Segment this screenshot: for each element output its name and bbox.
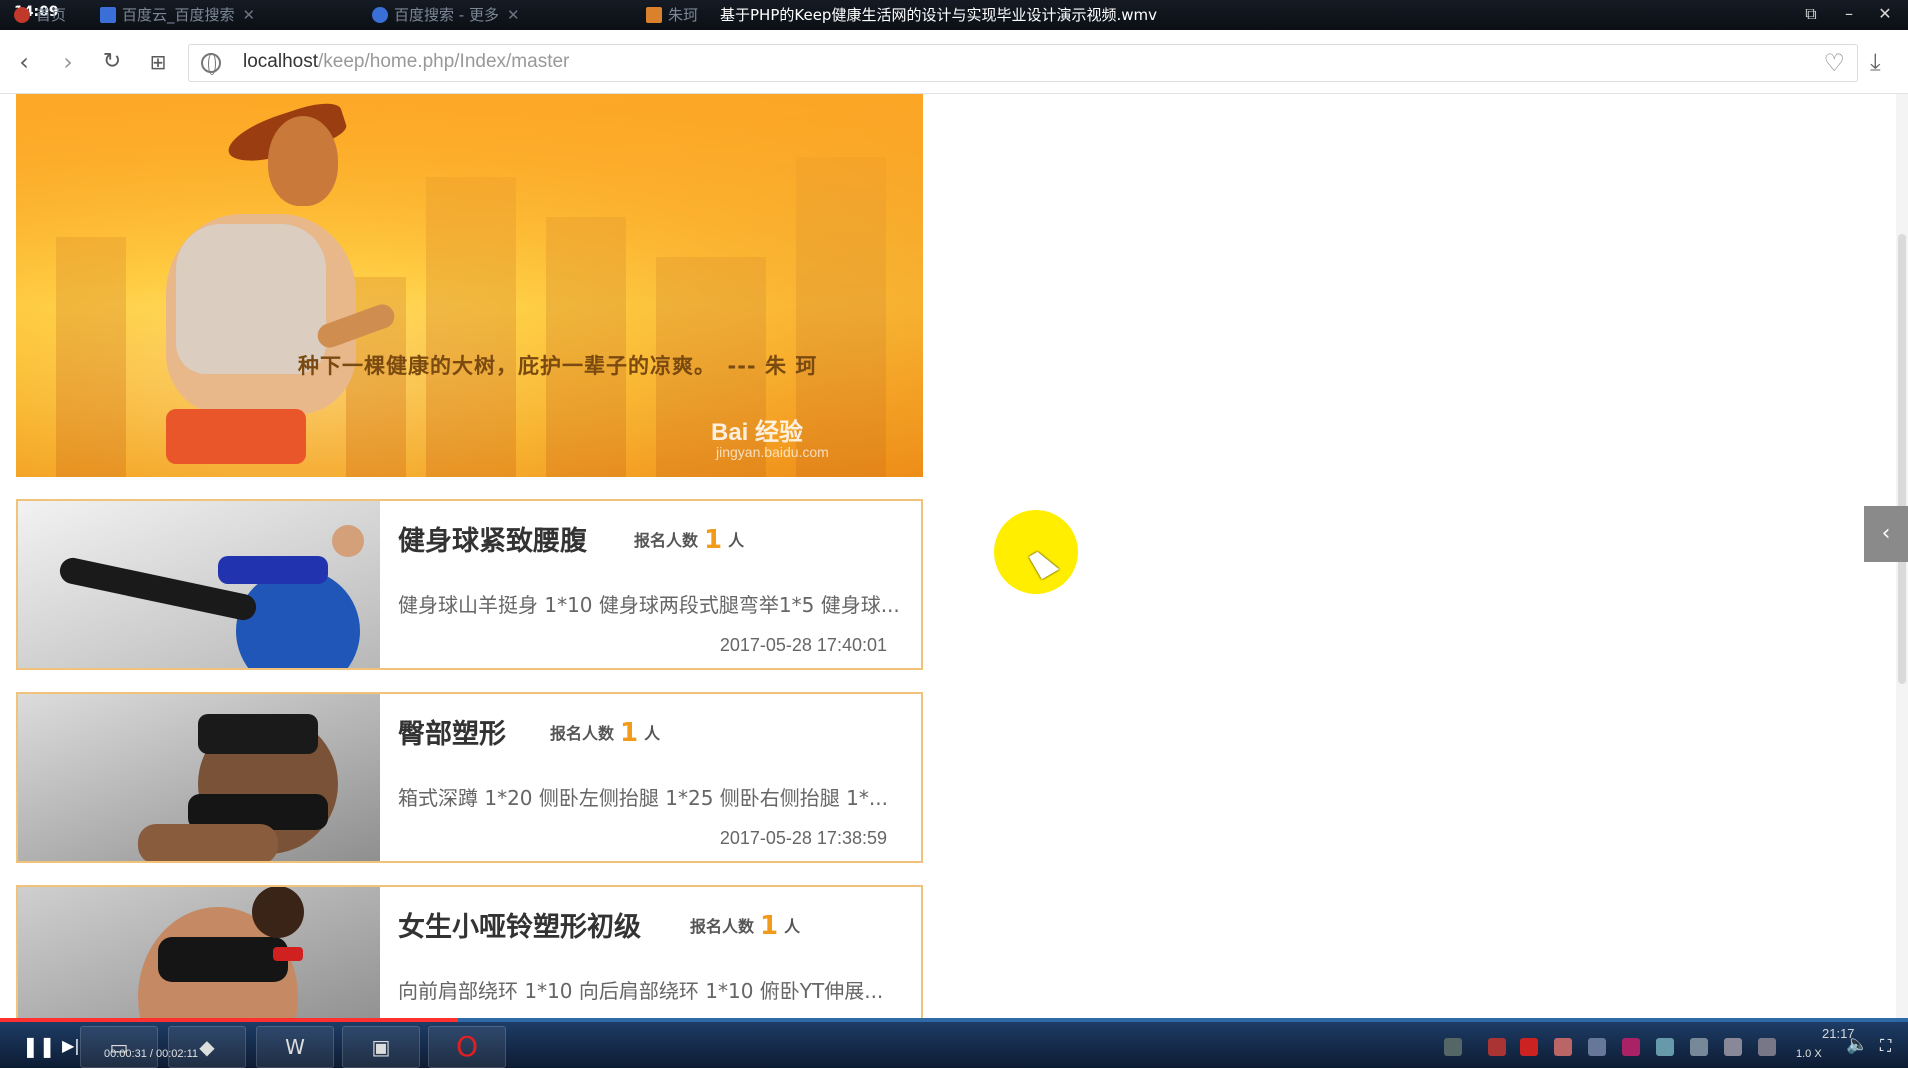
- speed-dial-icon[interactable]: ⊞: [142, 46, 174, 78]
- tray-icon[interactable]: [1690, 1038, 1708, 1056]
- taskbar-app[interactable]: ◆: [168, 1026, 246, 1068]
- address-bar[interactable]: localhost/keep/home.php/Index/master ♡: [188, 44, 1858, 82]
- word-icon: W: [285, 1035, 305, 1059]
- seek-bar[interactable]: [0, 1018, 1908, 1022]
- runner-head: [268, 116, 338, 206]
- taskbar-opera[interactable]: O: [428, 1026, 506, 1068]
- course-thumbnail[interactable]: [18, 501, 380, 668]
- course-card[interactable]: 女生小哑铃塑形初级 报名人数 1 人 向前肩部绕环 1*10 向后肩部绕环 1*10…: [16, 885, 923, 1018]
- hair: [252, 887, 304, 938]
- course-description: 健身球山羊挺身 1*10 健身球两段式腿弯举1*5 健身球...: [398, 593, 900, 617]
- course-date: 2017-05-28 17:40:01: [719, 635, 887, 655]
- close-window-icon[interactable]: ✕: [1874, 3, 1896, 25]
- course-date: 2017-05-28 17:38:59: [719, 828, 887, 848]
- video-title: 基于PHP的Keep健康生活网的设计与实现毕业设计演示视频.wmv: [720, 6, 1157, 24]
- back-icon[interactable]: ‹: [8, 46, 40, 78]
- url-text[interactable]: localhost/keep/home.php/Index/master: [243, 51, 569, 73]
- course-title[interactable]: 健身球紧致腰腹: [398, 519, 587, 558]
- sports-bra: [158, 937, 288, 982]
- taskbar-app[interactable]: ▣: [342, 1026, 420, 1068]
- page-icon: [646, 7, 662, 23]
- volume-icon[interactable]: [1724, 1038, 1742, 1056]
- tab-home[interactable]: 首页: [14, 0, 84, 30]
- tab-baidu-more[interactable]: 百度搜索 - 更多 ✕: [372, 0, 622, 30]
- baidu-paw-icon: [372, 7, 388, 23]
- opera-icon: O: [455, 1030, 479, 1063]
- tab-baidu-cloud[interactable]: 百度云_百度搜索 ✕: [100, 0, 360, 30]
- globe-icon: [201, 53, 221, 75]
- leg: [138, 824, 278, 861]
- app-icon: ◆: [199, 1035, 215, 1059]
- player-title-bar: 14:09 首页 百度云_百度搜索 ✕ 百度搜索 - 更多 ✕ 朱珂 基于PHP的K…: [0, 0, 1908, 30]
- signal-icon[interactable]: [1758, 1038, 1776, 1056]
- opera-icon: [14, 7, 30, 23]
- sports-top: [198, 714, 318, 754]
- tray-icon[interactable]: [1622, 1038, 1640, 1056]
- head: [332, 525, 364, 557]
- close-icon[interactable]: ✕: [507, 6, 520, 24]
- course-description: 向前肩部绕环 1*10 向后肩部绕环 1*10 俯卧YT伸展...: [398, 979, 884, 1003]
- speaker-icon[interactable]: 🔈: [1846, 1034, 1868, 1055]
- baidu-icon: [100, 7, 116, 23]
- glute-workout-photo: [138, 714, 338, 861]
- scrollbar-thumb[interactable]: [1898, 234, 1906, 684]
- tray-icon[interactable]: [1554, 1038, 1572, 1056]
- taskbar-explorer[interactable]: ▭: [80, 1026, 158, 1068]
- seek-bar-fill: [0, 1018, 458, 1022]
- signup-count: 报名人数 1 人: [634, 525, 745, 555]
- fullscreen-icon[interactable]: ⛶: [1880, 1036, 1891, 1056]
- dumbbell: [273, 947, 303, 961]
- folder-icon: ▭: [109, 1035, 129, 1059]
- taskbar-word[interactable]: W: [256, 1026, 334, 1068]
- baidu-watermark-url: jingyan.baidu.com: [716, 444, 829, 460]
- heart-icon[interactable]: ♡: [1823, 49, 1845, 77]
- tray-icon[interactable]: [1520, 1038, 1538, 1056]
- browser-toolbar: ‹ › ↻ ⊞ localhost/keep/home.php/Index/ma…: [0, 30, 1908, 94]
- app-icon: ▣: [371, 1035, 391, 1059]
- chevron-left-icon: ‹: [1881, 521, 1891, 546]
- side-panel-toggle[interactable]: ‹: [1864, 506, 1908, 562]
- sports-top: [218, 556, 328, 584]
- course-thumbnail[interactable]: [18, 887, 380, 1018]
- tray-icon[interactable]: [1444, 1038, 1462, 1056]
- dumbbell-workout-photo: [138, 887, 304, 1018]
- playback-speed[interactable]: 1.0 X: [1796, 1048, 1822, 1060]
- player-controls: ❚❚ ▶| 00:00:31 / 00:02:11 ▭ ◆ W ▣ O 21:1…: [0, 1018, 1908, 1068]
- fitness-ball-photo: [59, 525, 364, 668]
- course-description: 箱式深蹲 1*20 侧卧左侧抬腿 1*25 侧卧右侧抬腿 1*...: [398, 786, 888, 810]
- signup-count: 报名人数 1 人: [550, 718, 661, 748]
- course-thumbnail[interactable]: [18, 694, 380, 861]
- next-icon[interactable]: ▶|: [62, 1036, 80, 1055]
- close-icon[interactable]: ✕: [243, 6, 256, 24]
- download-icon[interactable]: ⤓: [1870, 48, 1881, 76]
- tray-icon[interactable]: [1488, 1038, 1506, 1056]
- shield-icon[interactable]: [1588, 1038, 1606, 1056]
- course-title[interactable]: 臀部塑形: [398, 712, 506, 751]
- minimize-icon[interactable]: –: [1838, 3, 1860, 25]
- signup-count: 报名人数 1 人: [690, 911, 801, 941]
- course-title[interactable]: 女生小哑铃塑形初级: [398, 905, 641, 944]
- course-card[interactable]: 健身球紧致腰腹 报名人数 1 人 健身球山羊挺身 1*10 健身球两段式腿弯举1*5…: [16, 499, 923, 670]
- reload-icon[interactable]: ↻: [96, 46, 128, 78]
- banner-quote: 种下一棵健康的大树，庇护一辈子的凉爽。 --- 朱 珂: [298, 354, 818, 378]
- page-content: 种下一棵健康的大树，庇护一辈子的凉爽。 --- 朱 珂 Bai 经验 jingy…: [0, 94, 1896, 1018]
- forward-icon[interactable]: ›: [52, 46, 84, 78]
- tray-icon[interactable]: [1656, 1038, 1674, 1056]
- baidu-watermark: Bai 经验: [711, 419, 804, 446]
- pause-icon[interactable]: ❚❚: [22, 1034, 56, 1058]
- course-card[interactable]: 臀部塑形 报名人数 1 人 箱式深蹲 1*20 侧卧左侧抬腿 1*25 侧卧右侧抬腿…: [16, 692, 923, 863]
- hero-banner: 种下一棵健康的大树，庇护一辈子的凉爽。 --- 朱 珂 Bai 经验 jingy…: [16, 94, 923, 477]
- tab-zhuke[interactable]: 朱珂: [646, 0, 726, 30]
- restore-icon[interactable]: ⧉: [1800, 3, 1822, 25]
- runner-shorts: [166, 409, 306, 464]
